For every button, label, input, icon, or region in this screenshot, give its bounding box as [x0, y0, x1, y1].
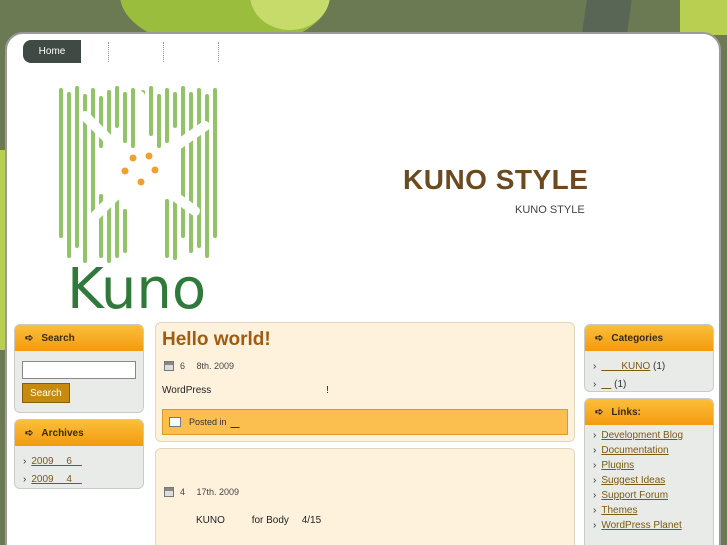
list-item: › Documentation	[593, 445, 669, 456]
widget-title: Categories	[611, 332, 664, 344]
list-item: › Development Blog	[593, 430, 684, 441]
list-item: › Support Forum	[593, 490, 669, 501]
widget-header: ➪ Search	[15, 325, 143, 351]
arrow-right-icon: ➪	[25, 332, 34, 344]
search-widget: ➪ Search Search	[14, 324, 144, 413]
calendar-icon	[164, 360, 174, 371]
list-item: › WordPress Planet	[593, 520, 682, 531]
posted-in-label: Posted in	[189, 417, 227, 427]
arrow-right-icon: ➪	[25, 427, 34, 439]
widget-title: Search	[41, 332, 75, 344]
post-text-a: KUNO	[196, 515, 225, 526]
widget-title: Archives	[41, 427, 84, 439]
arrow-right-icon: ➪	[595, 332, 604, 344]
category-link[interactable]: KUNO	[601, 361, 650, 372]
post-date-text: 4 17th. 2009	[180, 487, 240, 497]
background-stripe	[680, 0, 727, 35]
categories-widget: ➪ Categories › KUNO (1) › (1)	[584, 324, 714, 392]
list-item: › (1)	[593, 379, 627, 390]
list-item: › 2009 6	[23, 456, 82, 467]
post-excerpt: WordPress !	[162, 385, 329, 396]
blogroll-link[interactable]: Suggest Ideas	[601, 475, 665, 486]
list-item: › Plugins	[593, 460, 635, 471]
category-link[interactable]	[231, 416, 240, 429]
post-date: 6 8th. 2009	[164, 359, 234, 372]
archive-link[interactable]: 2009 6	[31, 456, 82, 467]
category-count: (1)	[614, 379, 627, 390]
page-container: Home Kuno KUNO STYLE KUNO STYLE ➪ Search…	[5, 32, 721, 545]
post-text-b: !	[326, 385, 329, 396]
blogroll-link[interactable]: Support Forum	[601, 490, 668, 501]
archive-link[interactable]: 2009 4	[31, 474, 82, 485]
links-widget: ➪ Links: › Development Blog › Documentatio…	[584, 398, 714, 545]
widget-header: ➪ Links:	[585, 399, 713, 425]
list-item: › Themes	[593, 505, 638, 516]
post-card: 4 17th. 2009 KUNO for Body 4/15	[155, 448, 575, 545]
arrow-right-icon: ➪	[595, 406, 604, 418]
post-title[interactable]: Hello world!	[162, 329, 271, 351]
post-meta-bar: Posted in	[162, 409, 568, 435]
search-input[interactable]	[22, 361, 136, 379]
logo-text: Kuno	[67, 257, 206, 316]
blogroll-link[interactable]: Development Blog	[601, 430, 683, 441]
site-title[interactable]: KUNO STYLE	[403, 164, 588, 196]
list-item: › Suggest Ideas	[593, 475, 666, 486]
nav-home[interactable]: Home	[23, 40, 81, 63]
comment-icon	[169, 417, 181, 427]
list-item: › KUNO (1)	[593, 361, 666, 372]
background-stripe	[581, 0, 634, 35]
post-excerpt: KUNO for Body 4/15	[196, 511, 321, 526]
blogroll-link[interactable]: Themes	[601, 505, 637, 516]
list-item: › 2009 4	[23, 474, 82, 485]
post-date-text: 6 8th. 2009	[180, 361, 235, 371]
post-text-a: WordPress	[162, 385, 212, 396]
post-card: Hello world! 6 8th. 2009 WordPress ! Pos…	[155, 322, 575, 442]
widget-header: ➪ Archives	[15, 420, 143, 446]
nav-divider	[218, 42, 219, 62]
site-logo[interactable]: Kuno	[55, 86, 225, 316]
blogroll-link[interactable]: Plugins	[601, 460, 634, 471]
main-nav: Home	[23, 40, 246, 64]
search-button[interactable]: Search	[22, 383, 70, 403]
blogroll-link[interactable]: WordPress Planet	[601, 520, 681, 531]
blogroll-link[interactable]: Documentation	[601, 445, 668, 456]
archives-widget: ➪ Archives › 2009 6 › 2009 4	[14, 419, 144, 489]
category-link[interactable]	[601, 379, 611, 390]
calendar-icon	[164, 486, 174, 497]
post-text-b: for Body 4/15	[251, 515, 322, 526]
nav-divider	[108, 42, 109, 62]
post-date: 4 17th. 2009	[164, 485, 239, 498]
nav-divider	[163, 42, 164, 62]
widget-title: Links:	[611, 406, 641, 418]
category-count: (1)	[653, 361, 666, 372]
widget-header: ➪ Categories	[585, 325, 713, 351]
site-tagline: KUNO STYLE	[515, 204, 585, 216]
